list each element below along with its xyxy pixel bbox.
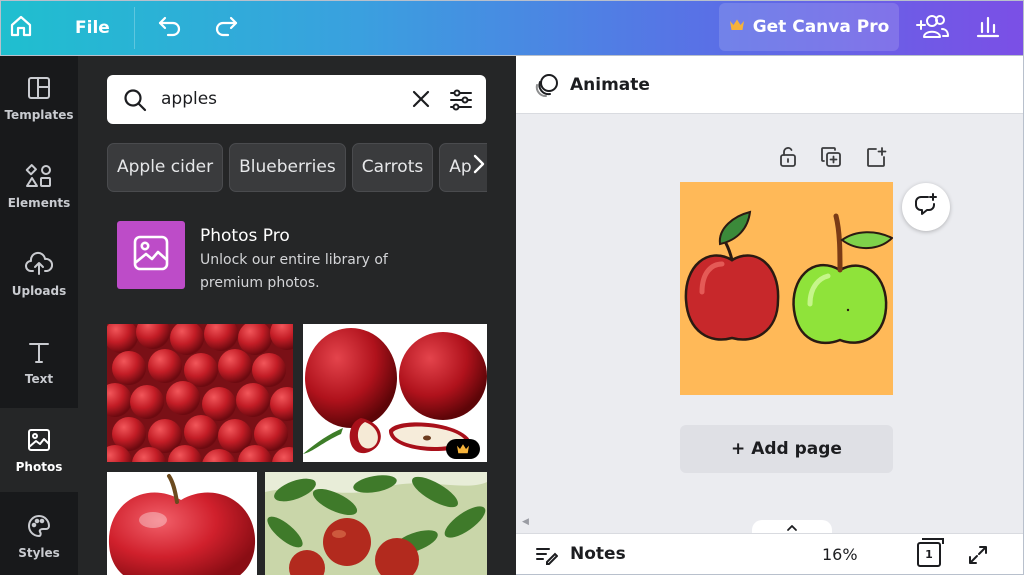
redo-icon <box>213 14 239 42</box>
page-count-button[interactable]: 1 <box>917 538 944 567</box>
bar-chart-icon <box>975 13 1001 43</box>
palette-icon <box>26 513 52 542</box>
sidebar-item-text[interactable]: Text <box>0 320 78 404</box>
result-image-pile-of-red-apples[interactable] <box>107 324 293 462</box>
sidebar-item-label: Elements <box>7 195 71 210</box>
suggestion-chip[interactable]: Carrots <box>351 143 434 192</box>
context-toolbar: Animate <box>516 56 1023 114</box>
home-button[interactable] <box>1 1 41 55</box>
filter-icon[interactable] <box>448 87 474 117</box>
top-bar: File Get Canva Pro <box>0 0 1024 56</box>
file-menu-button[interactable]: File <box>63 1 122 55</box>
add-comment-button[interactable] <box>902 183 950 231</box>
scroll-left-icon[interactable]: ◀ <box>522 517 529 527</box>
duplicate-page-button[interactable] <box>818 146 844 172</box>
bottom-bar: Notes 16% 1 <box>516 533 1023 574</box>
duplicate-icon <box>820 146 842 172</box>
sidebar-item-label: Photos <box>15 459 63 474</box>
image-icon <box>131 233 171 277</box>
sidebar-item-label: Styles <box>18 545 60 560</box>
left-navigation: Templates Elements Uploads Text Photos S… <box>0 56 78 575</box>
get-canva-pro-label: Get Canva Pro <box>752 17 890 37</box>
share-button[interactable] <box>911 9 953 47</box>
clear-search-icon[interactable] <box>410 88 432 114</box>
add-page-icon <box>865 146 887 172</box>
sidebar-item-templates[interactable]: Templates <box>0 56 78 140</box>
home-icon <box>8 13 34 43</box>
notes-button[interactable]: Notes <box>570 534 626 575</box>
search-icon <box>122 87 148 117</box>
unlock-icon <box>778 146 798 172</box>
fullscreen-icon[interactable] <box>966 543 990 567</box>
editor-area: Animate + Add page ◀ Notes 16% 1 <box>516 56 1024 575</box>
add-page-button[interactable]: + Add page <box>680 425 893 473</box>
insights-button[interactable] <box>967 9 1009 47</box>
result-image-single-red-apple[interactable] <box>107 472 257 575</box>
red-apples-pile-graphic <box>107 324 293 462</box>
result-image-apples-on-tree[interactable] <box>265 472 487 575</box>
single-red-apple-graphic <box>108 474 256 575</box>
comment-add-icon <box>913 192 939 222</box>
photos-pro-card[interactable] <box>117 221 185 289</box>
cloud-upload-icon <box>25 251 54 280</box>
suggestion-chip[interactable]: Apple cider <box>107 143 224 192</box>
design-canvas[interactable] <box>680 182 893 395</box>
search-input[interactable]: apples <box>161 75 217 124</box>
apples-on-tree-graphic <box>265 472 487 575</box>
crown-icon <box>729 17 745 37</box>
sidebar-item-styles[interactable]: Styles <box>0 494 78 575</box>
add-people-icon <box>915 12 949 44</box>
sidebar-item-label: Uploads <box>11 283 67 298</box>
sidebar-item-photos[interactable]: Photos <box>0 408 78 492</box>
photos-pro-title: Photos Pro <box>200 226 290 246</box>
toolbar-divider <box>134 7 135 49</box>
get-canva-pro-button[interactable]: Get Canva Pro <box>719 3 899 51</box>
add-page-icon-button[interactable] <box>863 146 889 172</box>
notes-icon <box>534 544 559 570</box>
templates-icon <box>26 75 52 104</box>
photo-icon <box>26 427 52 456</box>
suggestion-chip[interactable]: Blueberries <box>229 143 346 192</box>
undo-icon <box>157 14 183 42</box>
lock-page-button[interactable] <box>775 146 801 172</box>
zoom-level[interactable]: 16% <box>822 534 858 575</box>
search-box: apples <box>107 75 486 124</box>
suggestion-chips: Apple cider Blueberries Carrots Ap <box>107 143 487 193</box>
redo-button[interactable] <box>209 11 243 45</box>
sidebar-item-label: Text <box>24 371 54 386</box>
photos-panel: apples Apple cider Blueberries Carrots Ap P… <box>78 56 516 575</box>
elements-icon <box>25 163 53 192</box>
sidebar-item-label: Templates <box>4 107 74 122</box>
photos-pro-description: Unlock our entire library of premium pho… <box>200 252 388 291</box>
undo-button[interactable] <box>153 11 187 45</box>
animate-icon <box>534 72 560 102</box>
apples-illustration <box>684 210 893 345</box>
crown-icon <box>456 440 470 459</box>
pro-badge <box>446 439 480 459</box>
animate-button[interactable]: Animate <box>570 56 650 114</box>
text-icon <box>26 339 52 368</box>
sidebar-item-elements[interactable]: Elements <box>0 144 78 228</box>
sidebar-item-uploads[interactable]: Uploads <box>0 232 78 316</box>
chevron-right-icon[interactable] <box>472 152 486 181</box>
